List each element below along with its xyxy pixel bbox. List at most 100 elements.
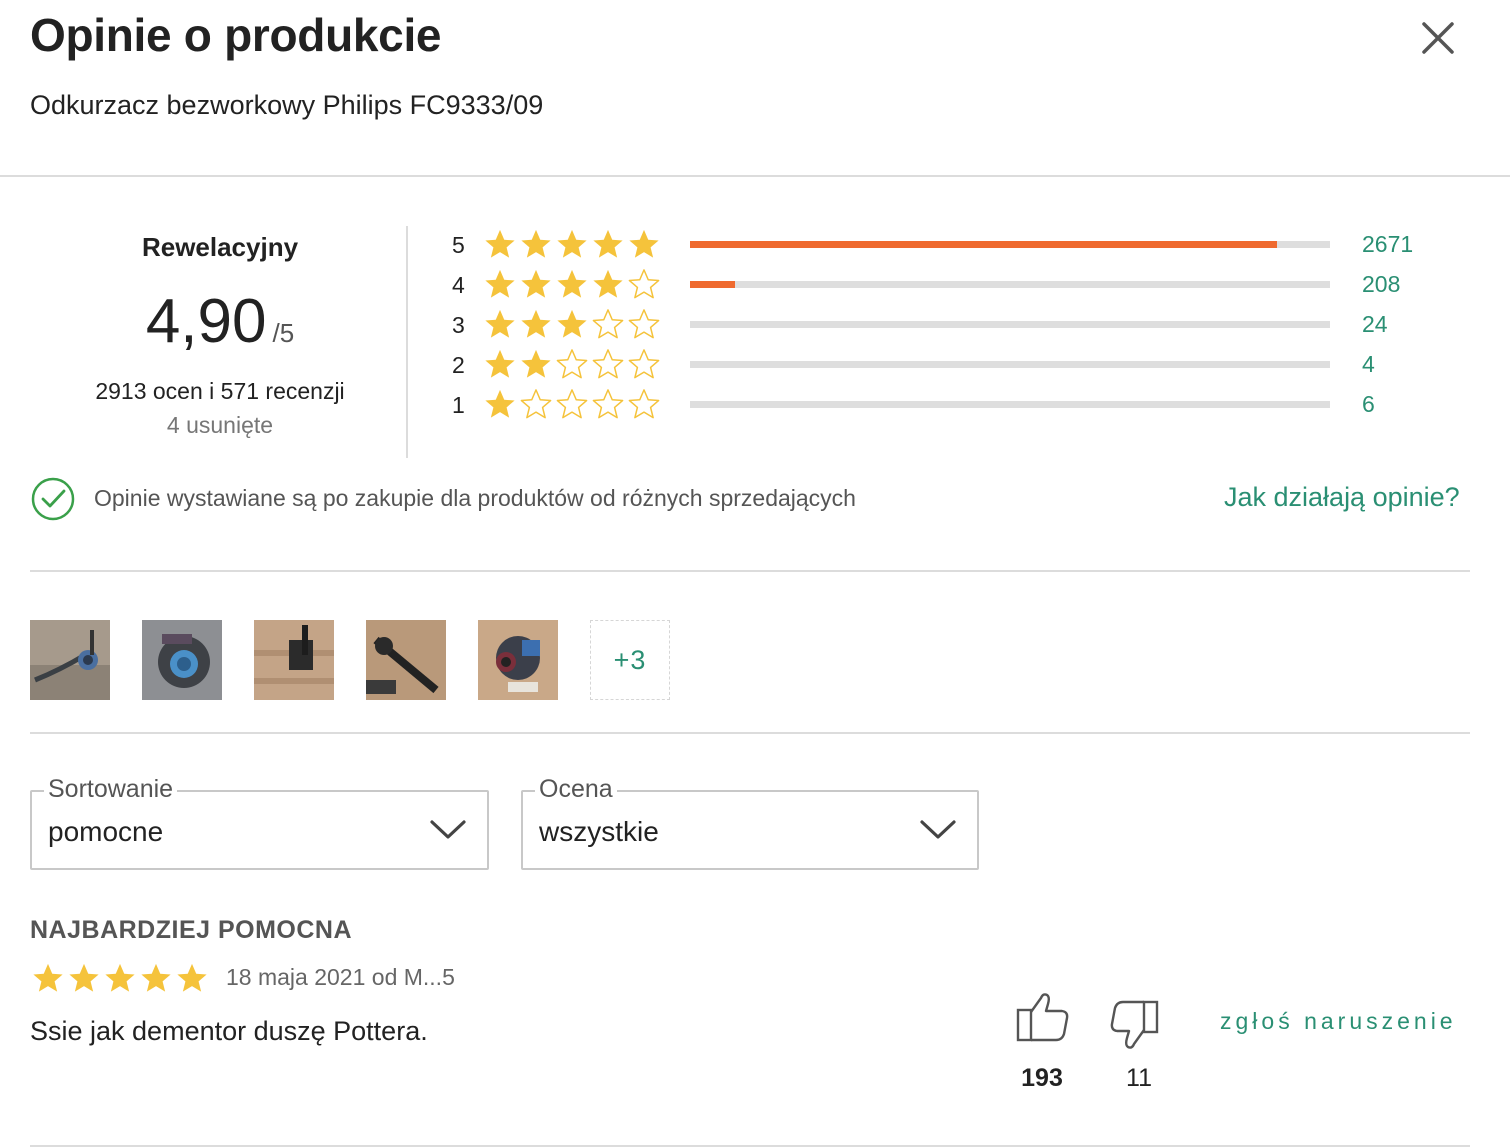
review-meta: 18 maja 2021 od M...5 — [226, 964, 455, 990]
star-filled-icon — [485, 389, 515, 418]
star-row — [482, 308, 662, 340]
review-photo-thumbnail[interactable] — [142, 620, 222, 700]
star-filled-icon — [485, 309, 515, 338]
thumbs-down-icon — [1110, 1000, 1159, 1049]
header-divider — [0, 175, 1510, 177]
star-filled-icon — [557, 229, 587, 258]
distribution-bar-fill — [690, 281, 736, 288]
star-filled-icon — [141, 963, 171, 992]
ratings-count: 2913 ocen i 571 recenzji — [95, 378, 345, 404]
star-filled-icon — [485, 269, 515, 298]
rating-distribution-row[interactable]: 16 — [452, 388, 1452, 428]
star-filled-icon — [177, 963, 207, 992]
star-filled-icon — [521, 229, 551, 258]
rating-distribution-row[interactable]: 3 24 — [452, 308, 1452, 348]
sort-value: pomocne — [48, 816, 164, 847]
distribution-bar — [690, 321, 1330, 328]
star-empty-icon — [520, 389, 552, 419]
rating-count[interactable]: 2671 — [1362, 231, 1413, 258]
section-divider — [30, 732, 1470, 734]
star-filled-icon — [69, 963, 99, 992]
like-count: 193 — [1021, 1064, 1063, 1092]
more-photos-button[interactable]: +3 — [590, 620, 670, 700]
star-empty-icon — [592, 349, 624, 379]
rating-filter-label: Ocena — [535, 775, 617, 804]
rating-count[interactable]: 24 — [1362, 311, 1388, 338]
score-max: /5 — [272, 318, 295, 348]
rating-count[interactable]: 208 — [1362, 271, 1400, 298]
review-photo-thumbnail[interactable] — [30, 620, 110, 700]
star-empty-icon — [556, 389, 588, 419]
star-empty-icon — [628, 349, 660, 379]
rating-count[interactable]: 4 — [1362, 351, 1375, 378]
star-empty-icon — [592, 389, 624, 419]
summary-divider — [406, 226, 408, 458]
dislike-button[interactable]: 11 — [1106, 990, 1172, 1093]
section-divider — [30, 1145, 1470, 1147]
distribution-bar — [690, 281, 1330, 288]
star-level: 4 — [452, 272, 465, 298]
star-filled-icon — [629, 229, 659, 258]
distribution-bar — [690, 361, 1330, 368]
star-row — [482, 268, 662, 300]
check-circle-icon — [30, 476, 76, 522]
star-filled-icon — [593, 269, 623, 298]
star-level: 5 — [452, 232, 465, 258]
product-name: Odkurzacz bezworkowy Philips FC9333/09 — [30, 90, 544, 120]
info-text: Opinie wystawiane są po zakupie dla prod… — [94, 485, 856, 511]
star-filled-icon — [557, 269, 587, 298]
rating-label: Rewelacyjny — [141, 232, 299, 262]
distribution-bar — [690, 401, 1330, 408]
chevron-down-icon — [430, 820, 466, 839]
rating-filter-select[interactable]: Ocena wszystkie — [521, 775, 979, 870]
average-score: 4,90/5 — [60, 286, 380, 357]
removed-count: 4 usunięte — [166, 412, 274, 438]
star-level: 2 — [452, 352, 465, 378]
rating-distribution-row[interactable]: 4 208 — [452, 268, 1452, 308]
score-value: 4,90 — [145, 287, 267, 356]
review-badge: NAJBARDZIEJ POMOCNA — [30, 916, 353, 944]
report-abuse-link[interactable]: zgłoś naruszenie — [1220, 1008, 1457, 1035]
star-empty-icon — [592, 309, 624, 339]
star-filled-icon — [33, 963, 63, 992]
rating-filter-value: wszystkie — [539, 816, 659, 847]
distribution-bar — [690, 241, 1330, 248]
star-level: 3 — [452, 312, 465, 338]
close-icon[interactable] — [1414, 14, 1462, 62]
star-filled-icon — [485, 349, 515, 378]
star-filled-icon — [485, 229, 515, 258]
review-photo-thumbnail[interactable] — [478, 620, 558, 700]
star-filled-icon — [521, 309, 551, 338]
star-empty-icon — [556, 349, 588, 379]
star-level: 1 — [452, 392, 465, 418]
distribution-bar-fill — [690, 241, 1277, 248]
review-photo-thumbnail[interactable] — [254, 620, 334, 700]
star-row — [482, 388, 662, 420]
star-filled-icon — [105, 963, 135, 992]
thumbs-up-icon — [1016, 993, 1069, 1042]
star-filled-icon — [557, 309, 587, 338]
rating-count[interactable]: 6 — [1362, 391, 1375, 418]
star-empty-icon — [628, 309, 660, 339]
review-text: Ssie jak dementor duszę Pottera. — [30, 1016, 428, 1046]
sort-label: Sortowanie — [44, 775, 178, 804]
review-photo-thumbnail[interactable] — [366, 620, 446, 700]
section-divider — [30, 570, 1470, 572]
how-opinions-work-link[interactable]: Jak działają opinie? — [1224, 482, 1460, 513]
photo-gallery: +3 — [30, 620, 670, 700]
page-title: Opinie o produkcie — [30, 9, 442, 61]
star-row — [482, 348, 662, 380]
dislike-count: 11 — [1126, 1064, 1152, 1092]
chevron-down-icon — [920, 820, 956, 839]
star-filled-icon — [521, 349, 551, 378]
star-empty-icon — [628, 269, 660, 299]
review-rating — [30, 962, 210, 994]
rating-distribution-row[interactable]: 24 — [452, 348, 1452, 388]
star-row — [482, 228, 662, 260]
rating-distribution-row[interactable]: 5 2671 — [452, 228, 1452, 268]
like-button[interactable]: 193 — [1009, 990, 1075, 1093]
star-filled-icon — [593, 229, 623, 258]
sort-select[interactable]: Sortowanie pomocne — [30, 775, 489, 870]
star-empty-icon — [628, 389, 660, 419]
star-filled-icon — [521, 269, 551, 298]
